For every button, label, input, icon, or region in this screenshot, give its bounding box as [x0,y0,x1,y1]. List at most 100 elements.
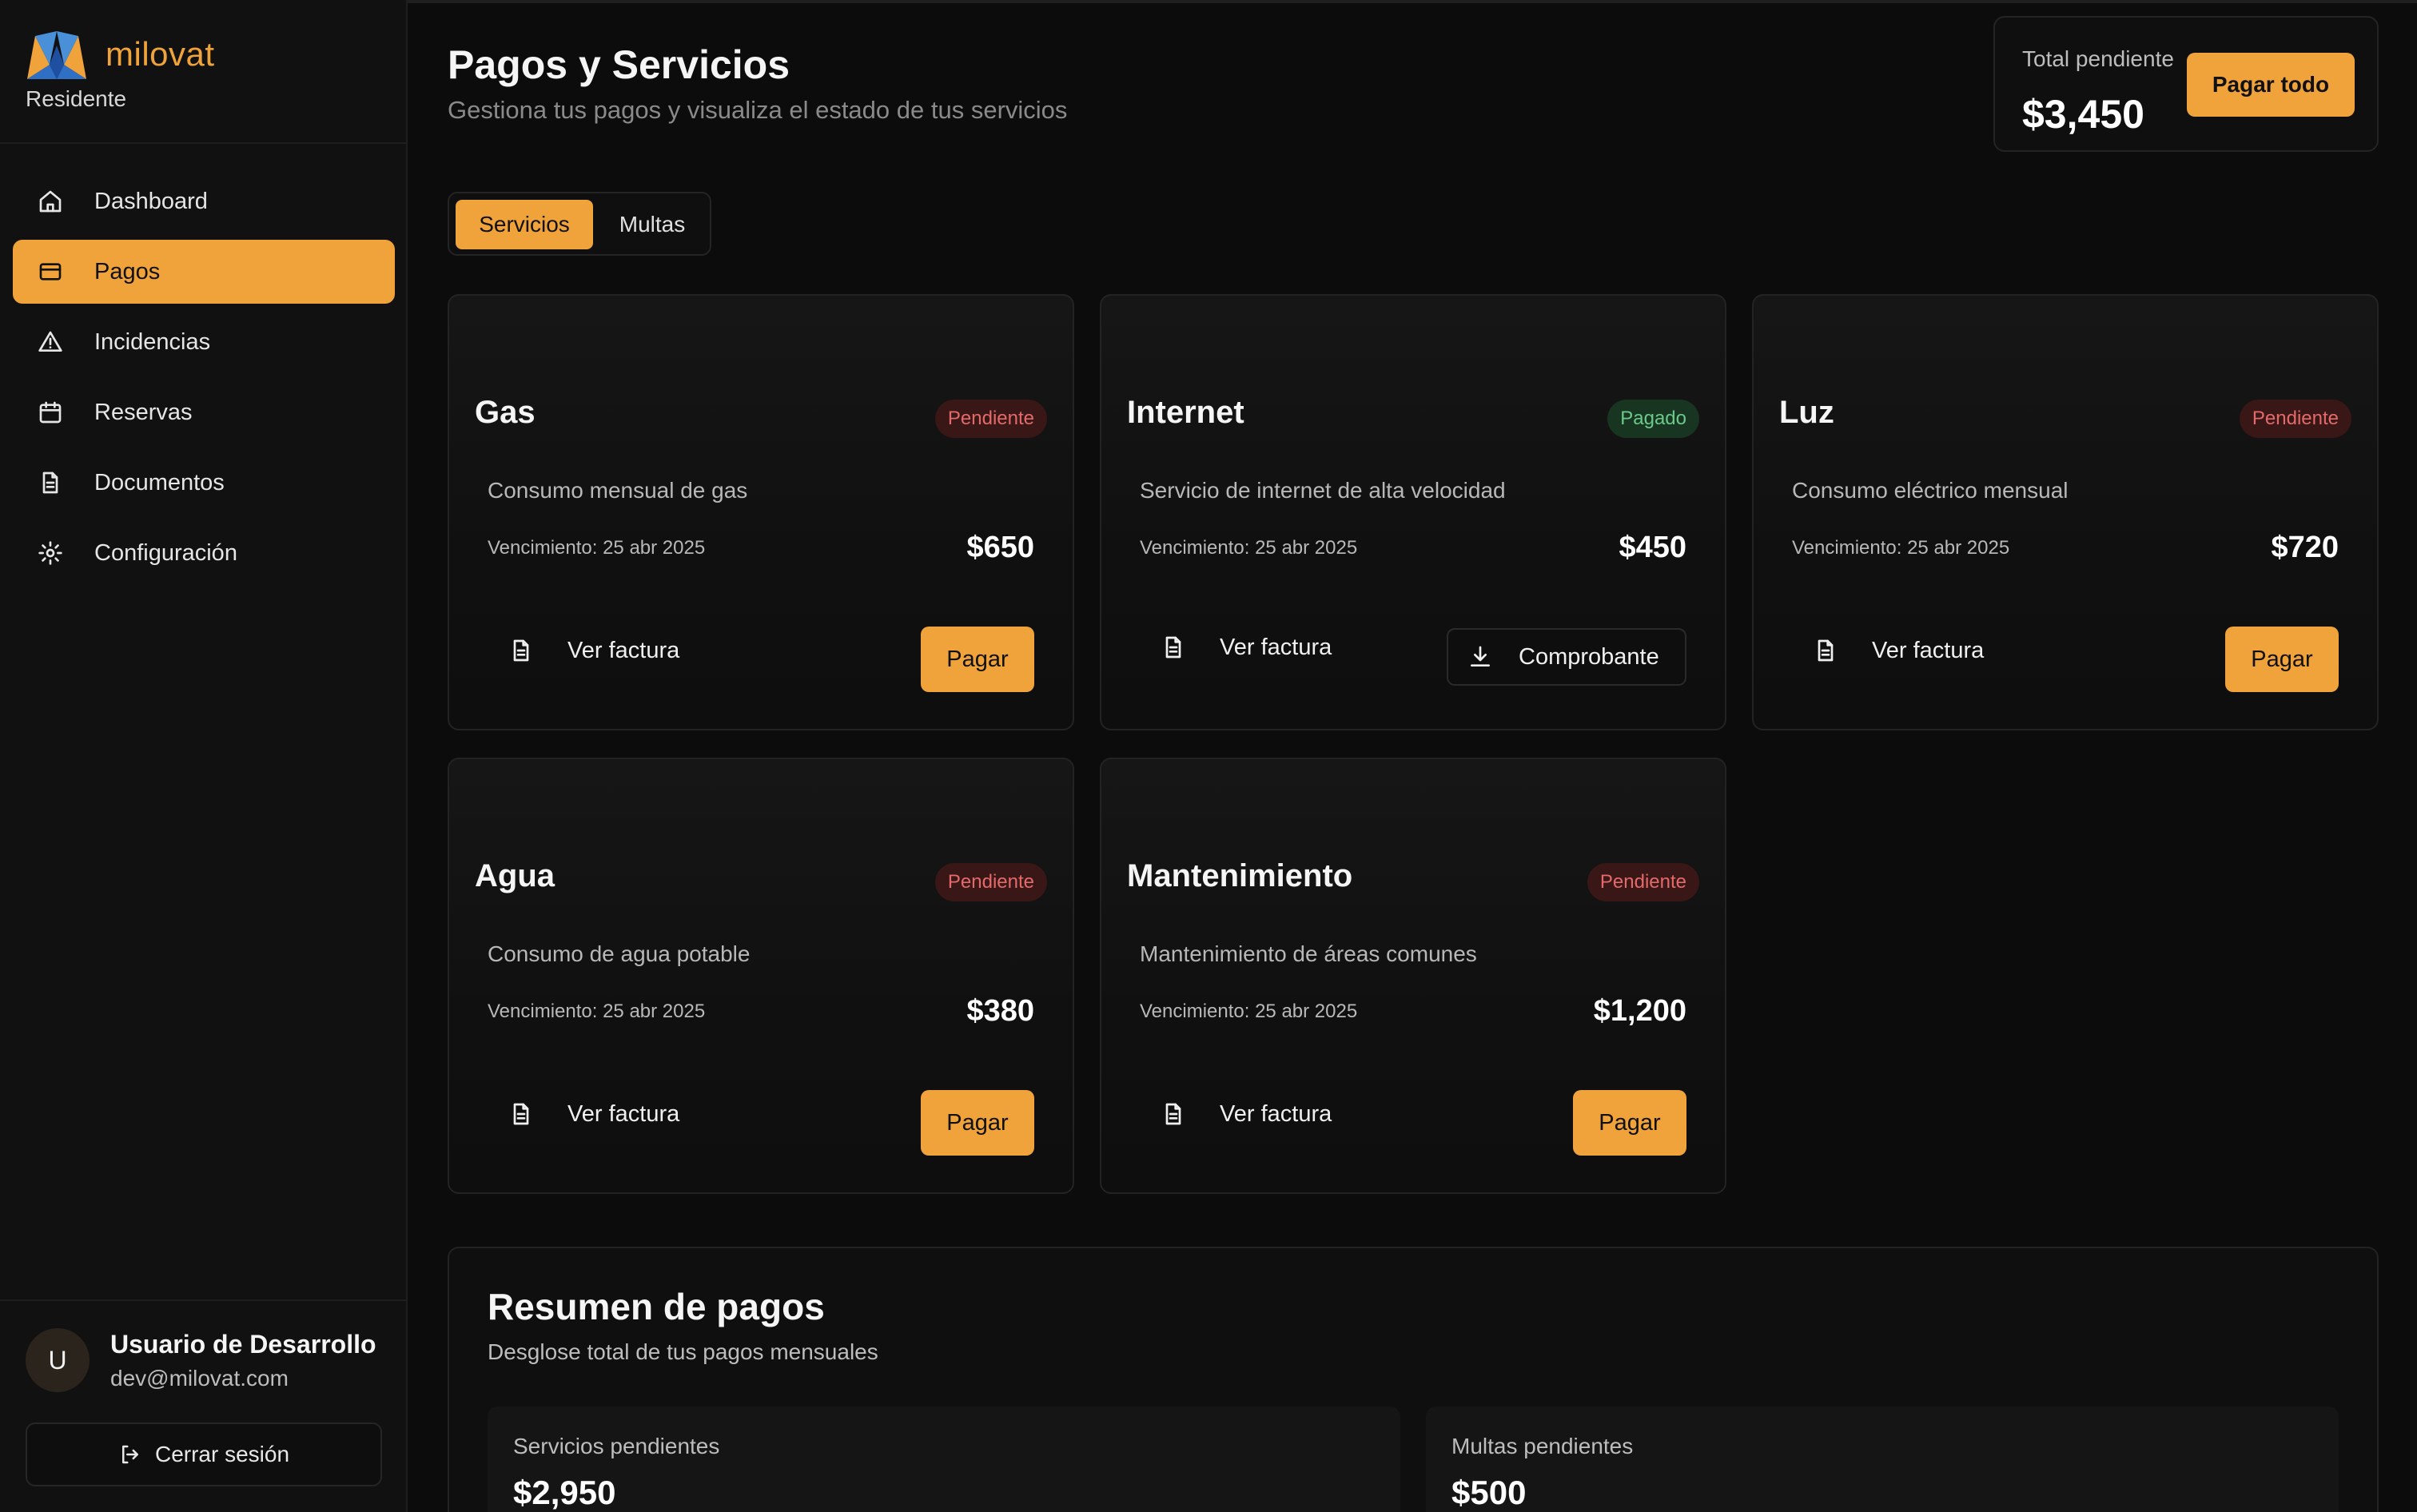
brand[interactable]: milovat [26,26,215,83]
card-due-date: Vencimiento: 25 abr 2025 [1792,537,2010,559]
file-text-icon [1810,638,1842,663]
card-title: Mantenimiento [1127,858,1353,893]
card-amount: $450 [1619,531,1686,564]
sidebar-item-label: Dashboard [94,188,208,214]
card-description: Mantenimiento de áreas comunes [1140,941,1477,966]
view-invoice-label: Ver factura [1220,1100,1332,1127]
receipt-button[interactable]: Comprobante [1447,628,1686,686]
view-invoice-label: Ver factura [1872,637,1985,663]
pay-button[interactable]: Pagar [2225,627,2339,692]
view-invoice-label: Ver factura [1220,634,1332,660]
sidebar-item-documentos[interactable]: Documentos [13,451,395,515]
sidebar-item-dashboard[interactable]: Dashboard [13,169,395,233]
sidebar-item-pagos[interactable]: Pagos [13,240,395,304]
total-pending-amount: $3,450 [2022,92,2144,137]
summary-subtitle: Desglose total de tus pagos mensuales [488,1339,878,1364]
user-info: Usuario de Desarrollo dev@milovat.com [110,1330,376,1391]
sidebar-item-configuracion[interactable]: Configuración [13,521,395,585]
card-due-date: Vencimiento: 25 abr 2025 [1140,1001,1358,1022]
summary-title: Resumen de pagos [488,1286,825,1327]
card-due-date: Vencimiento: 25 abr 2025 [488,1001,706,1022]
view-invoice-button[interactable]: Ver factura [488,1090,679,1138]
card-title: Agua [475,858,555,893]
logout-label: Cerrar sesión [154,1442,290,1466]
card-title: Gas [475,395,536,430]
view-invoice-button[interactable]: Ver factura [1140,623,1332,671]
page-subtitle: Gestiona tus pagos y visualiza el estado… [448,96,1068,124]
user-role: Residente [26,86,127,111]
card-description: Consumo de agua potable [488,941,751,966]
pending-fines-stat: Multas pendientes $500 [1426,1407,2339,1512]
tab-servicios[interactable]: Servicios [456,200,593,249]
tabs: Servicios Multas [448,192,711,256]
card-due-date: Vencimiento: 25 abr 2025 [1140,537,1358,559]
calendar-icon [37,399,64,426]
pay-all-button[interactable]: Pagar todo [2187,53,2355,117]
view-invoice-button[interactable]: Ver factura [1792,627,1984,674]
user-profile[interactable]: U Usuario de Desarrollo dev@milovat.com [26,1328,376,1392]
sidebar-item-incidencias[interactable]: Incidencias [13,310,395,374]
alert-triangle-icon [37,328,64,356]
sidebar: milovat Residente Dashboard Pagos Incide… [0,0,408,1512]
view-invoice-button[interactable]: Ver factura [488,627,679,674]
sidebar-item-reservas[interactable]: Reservas [13,380,395,444]
stat-value: $2,950 [513,1474,616,1511]
sidebar-nav: Dashboard Pagos Incidencias Reservas Doc… [13,169,395,591]
avatar: U [26,1328,90,1392]
card-title: Internet [1127,395,1244,430]
payment-summary: Resumen de pagos Desglose total de tus p… [448,1247,2379,1512]
status-badge: Pendiente [1587,863,1699,901]
settings-icon [37,539,64,567]
sidebar-item-label: Incidencias [94,328,211,355]
page-title: Pagos y Servicios [448,42,790,87]
view-invoice-label: Ver factura [567,1100,680,1127]
file-text-icon [1157,1101,1189,1127]
logout-icon [121,1445,138,1464]
stat-label: Servicios pendientes [513,1434,720,1458]
total-pending-label: Total pendiente [2022,46,2174,71]
file-text-icon [1157,635,1189,660]
stat-label: Multas pendientes [1451,1434,1634,1458]
pending-services-stat: Servicios pendientes $2,950 [488,1407,1400,1512]
user-divider [0,1299,408,1301]
service-card-internet: Internet Pagado Servicio de internet de … [1100,294,1726,730]
card-title: Luz [1779,395,1834,430]
credit-card-icon [37,258,64,285]
pay-button[interactable]: Pagar [921,627,1034,692]
logout-button[interactable]: Cerrar sesión [26,1422,382,1486]
view-invoice-label: Ver factura [567,637,680,663]
total-pending-box: Total pendiente $3,450 Pagar todo [1993,16,2379,152]
pay-button[interactable]: Pagar [921,1090,1034,1156]
service-card-agua: Agua Pendiente Consumo de agua potable V… [448,758,1074,1194]
sidebar-item-label: Pagos [94,258,161,284]
card-amount: $1,200 [1593,994,1686,1028]
tab-multas[interactable]: Multas [598,200,707,249]
card-amount: $380 [966,994,1034,1028]
sidebar-item-label: Documentos [94,469,225,495]
card-due-date: Vencimiento: 25 abr 2025 [488,537,706,559]
pay-button[interactable]: Pagar [1573,1090,1686,1156]
file-text-icon [505,638,537,663]
service-card-gas: Gas Pendiente Consumo mensual de gas Ven… [448,294,1074,730]
sidebar-item-label: Configuración [94,539,237,566]
file-text-icon [505,1101,537,1127]
file-text-icon [37,469,64,496]
card-description: Consumo eléctrico mensual [1792,478,2069,503]
card-amount: $720 [2271,531,2339,564]
card-description: Servicio de internet de alta velocidad [1140,478,1506,503]
service-card-luz: Luz Pendiente Consumo eléctrico mensual … [1752,294,2379,730]
card-amount: $650 [966,531,1034,564]
status-badge: Pagado [1607,400,1699,438]
status-badge: Pendiente [2239,400,2351,438]
user-email: dev@milovat.com [110,1365,289,1391]
receipt-label: Comprobante [1519,643,1659,670]
brand-name: milovat [106,35,215,73]
status-badge: Pendiente [934,400,1047,438]
milovat-logo-icon [27,31,86,79]
service-card-mantenimiento: Mantenimiento Pendiente Mantenimiento de… [1100,758,1726,1194]
download-icon [1467,644,1493,670]
sidebar-divider [0,142,408,144]
view-invoice-button[interactable]: Ver factura [1140,1090,1332,1138]
card-description: Consumo mensual de gas [488,478,748,503]
status-badge: Pendiente [934,863,1047,901]
